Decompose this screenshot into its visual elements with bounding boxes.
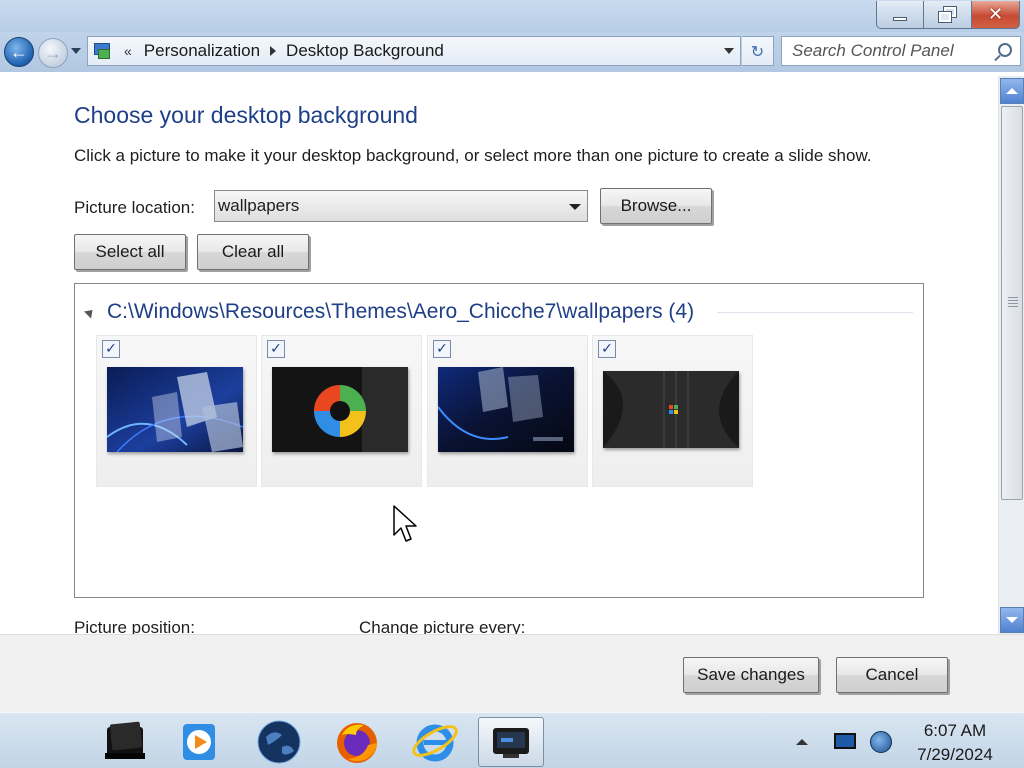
title-bar: ✕	[0, 0, 1024, 32]
forward-button[interactable]: →	[38, 38, 68, 68]
folder-icon[interactable]	[92, 717, 158, 767]
address-bar[interactable]: « Personalization Desktop Background	[87, 36, 741, 66]
internet-explorer-icon[interactable]	[402, 717, 468, 767]
gallery-group-header[interactable]: C:\Windows\Resources\Themes\Aero_Chicche…	[83, 300, 695, 324]
minimize-icon	[893, 16, 907, 21]
action-center-icon[interactable]	[834, 733, 856, 749]
refresh-button[interactable]: ↻	[742, 36, 774, 66]
breadcrumb-personalization[interactable]: Personalization	[144, 41, 260, 61]
navigation-bar: ← → « Personalization Desktop Background…	[0, 32, 1024, 72]
main-content: Choose your desktop background Click a p…	[0, 72, 998, 637]
group-divider	[717, 312, 913, 313]
close-button[interactable]: ✕	[972, 1, 1020, 29]
scrollbar-thumb[interactable]	[1001, 106, 1023, 500]
wallpaper-tile[interactable]: ✓	[592, 335, 753, 487]
wallpaper-checkbox[interactable]: ✓	[267, 340, 285, 358]
wallpaper-tile[interactable]: ✓	[261, 335, 422, 487]
show-hidden-icons-icon[interactable]	[796, 739, 808, 745]
back-button[interactable]: ←	[4, 37, 34, 67]
refresh-icon: ↻	[750, 41, 765, 61]
restore-button[interactable]	[924, 1, 972, 29]
arrow-down-icon	[1006, 617, 1018, 623]
clock-date[interactable]: 7/29/2024	[890, 745, 1020, 765]
clear-all-button[interactable]: Clear all	[197, 234, 309, 270]
wallpaper-thumbnail[interactable]	[107, 367, 243, 452]
collapse-group-icon[interactable]	[83, 305, 97, 319]
search-icon[interactable]	[998, 43, 1012, 57]
picture-location-label: Picture location:	[74, 198, 195, 217]
page-description: Click a picture to make it your desktop …	[74, 146, 872, 165]
wallpaper-checkbox[interactable]: ✓	[102, 340, 120, 358]
wallpaper-checkbox[interactable]: ✓	[598, 340, 616, 358]
media-player-icon[interactable]	[166, 717, 232, 767]
taskbar: 6:07 AM 7/29/2024	[0, 712, 1024, 768]
save-changes-button[interactable]: Save changes	[683, 657, 819, 693]
wallpaper-tile[interactable]: ✓	[96, 335, 257, 487]
back-arrow-icon: ←	[10, 41, 28, 62]
scroll-down-button[interactable]	[1000, 607, 1024, 633]
minimize-button[interactable]	[876, 1, 924, 29]
page-title: Choose your desktop background	[74, 102, 418, 128]
screen-app-icon[interactable]	[478, 717, 544, 767]
globe-icon[interactable]	[246, 717, 312, 767]
firefox-icon[interactable]	[324, 717, 390, 767]
address-dropdown-icon[interactable]	[724, 48, 734, 54]
mouse-cursor-icon	[393, 505, 419, 550]
arrow-up-icon	[1006, 88, 1018, 94]
wallpaper-checkbox[interactable]: ✓	[433, 340, 451, 358]
dialog-footer: Save changes Cancel	[0, 634, 1024, 712]
select-all-button[interactable]: Select all	[74, 234, 186, 270]
breadcrumb-overflow[interactable]: «	[124, 43, 132, 59]
search-input[interactable]: Search Control Panel	[781, 36, 1021, 66]
recent-pages-dropdown[interactable]	[71, 48, 81, 54]
forward-arrow-icon: →	[44, 42, 62, 63]
control-panel-icon	[92, 41, 114, 61]
search-placeholder: Search Control Panel	[792, 41, 954, 60]
browse-button[interactable]: Browse...	[600, 188, 712, 224]
network-icon[interactable]	[870, 731, 892, 753]
wallpaper-tile[interactable]: ✓	[427, 335, 588, 487]
vertical-scrollbar[interactable]	[998, 76, 1024, 634]
window-controls: ✕	[876, 1, 1020, 29]
restore-icon	[937, 5, 958, 23]
wallpaper-gallery[interactable]: C:\Windows\Resources\Themes\Aero_Chicche…	[74, 283, 924, 598]
wallpaper-thumbnail[interactable]	[438, 367, 574, 452]
wallpaper-thumbnail[interactable]	[603, 371, 739, 448]
scroll-up-button[interactable]	[1000, 78, 1024, 104]
breadcrumb-desktop-background[interactable]: Desktop Background	[286, 41, 444, 61]
breadcrumb-arrow-icon[interactable]	[270, 46, 277, 56]
clock-time[interactable]: 6:07 AM	[890, 721, 1020, 741]
cancel-button[interactable]: Cancel	[836, 657, 948, 693]
picture-location-select[interactable]: wallpapers	[214, 190, 588, 222]
picture-location-value: wallpapers	[218, 196, 300, 215]
wallpaper-thumbnail[interactable]	[272, 367, 408, 452]
chevron-down-icon	[569, 204, 581, 210]
grip-icon	[1008, 297, 1018, 309]
gallery-group-title: C:\Windows\Resources\Themes\Aero_Chicche…	[107, 300, 695, 323]
close-icon: ✕	[987, 4, 1004, 25]
